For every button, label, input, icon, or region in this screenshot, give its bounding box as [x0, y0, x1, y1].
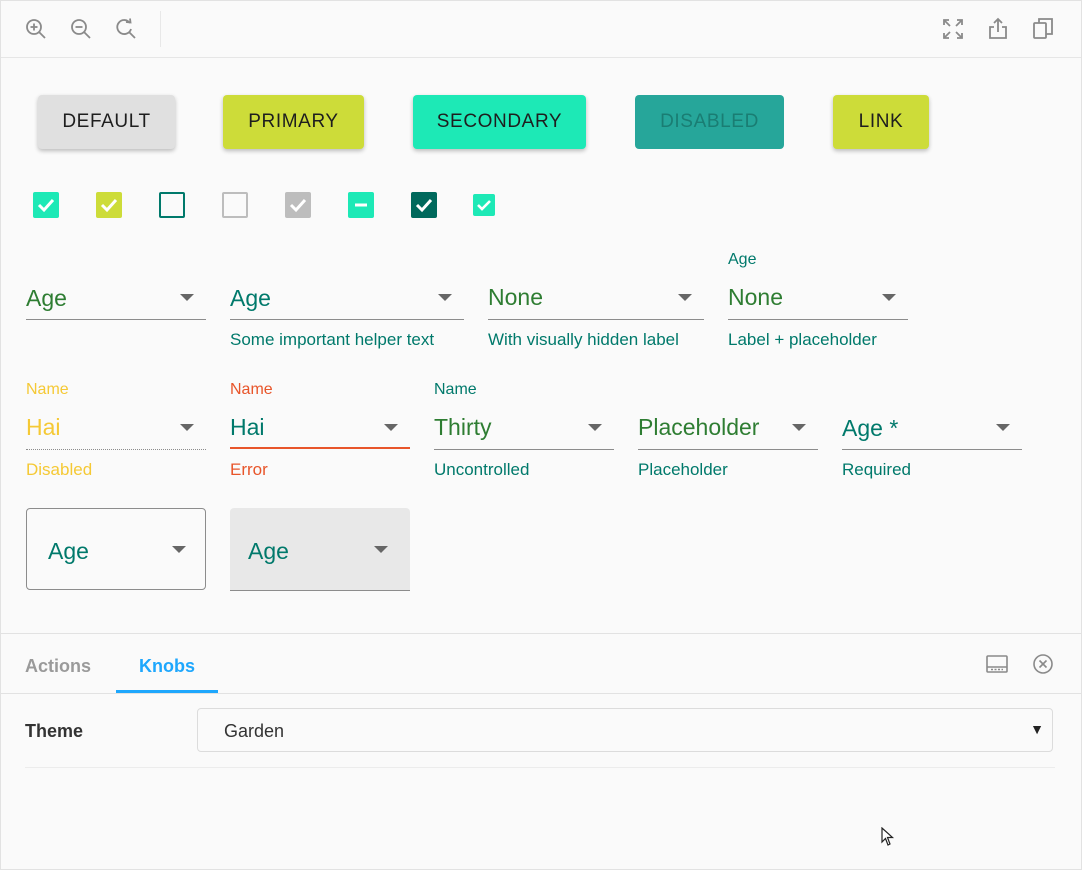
- dropdown-arrow-icon: [438, 294, 452, 301]
- checkbox-teal-unchecked[interactable]: [159, 192, 185, 218]
- checkbox-secondary-checked[interactable]: [33, 192, 59, 218]
- secondary-button[interactable]: Secondary: [413, 95, 586, 149]
- theme-select-value: Garden: [224, 721, 285, 741]
- dropdown-arrow-icon: [996, 424, 1010, 431]
- tabs-divider: [1, 693, 1081, 694]
- toolbar-divider: [160, 11, 161, 47]
- select-underline: [488, 319, 704, 320]
- select-underline: [230, 319, 464, 320]
- zoom-in-icon[interactable]: [24, 17, 48, 41]
- tab-knobs[interactable]: Knobs: [139, 656, 195, 677]
- select-age-basic[interactable]: Age: [26, 251, 206, 351]
- select-underline: [434, 449, 614, 450]
- helper-text: Disabled: [26, 460, 93, 479]
- select-underline: [638, 449, 818, 450]
- mouse-pointer-icon: [881, 826, 895, 847]
- select-label: Name: [434, 381, 477, 398]
- helper-text: Label + placeholder: [728, 330, 877, 349]
- checkbox-small-checked[interactable]: [473, 194, 495, 216]
- select-value: Placeholder: [638, 414, 760, 440]
- checkbox-disabled-checked: [285, 192, 311, 218]
- helper-text: Placeholder: [638, 460, 728, 479]
- check-icon: [289, 198, 307, 213]
- panel-layout-icon[interactable]: [986, 653, 1008, 675]
- storybook-frame: Default Primary Secondary Disabled Link …: [0, 0, 1082, 870]
- link-button[interactable]: Link: [833, 95, 929, 149]
- select-hidden-label[interactable]: None With visually hidden label: [488, 251, 704, 351]
- select-filled[interactable]: Age: [230, 508, 410, 591]
- select-underline: [230, 447, 410, 449]
- knob-row-divider: [25, 767, 1055, 768]
- default-button[interactable]: Default: [38, 95, 175, 149]
- helper-text: Some important helper text: [230, 330, 435, 349]
- preview-toolbar: [1, 1, 1081, 58]
- select-placeholder[interactable]: Placeholder Placeholder: [638, 381, 818, 481]
- select-value: Thirty: [434, 414, 492, 440]
- dropdown-arrow-icon: [678, 294, 692, 301]
- check-icon: [100, 198, 118, 213]
- helper-text: With visually hidden label: [488, 330, 679, 349]
- select-error[interactable]: Name Hai Error: [230, 381, 410, 481]
- select-underline: [26, 319, 206, 320]
- minus-icon: [355, 203, 367, 207]
- check-icon: [37, 198, 55, 213]
- select-label-placeholder[interactable]: Age None Label + placeholder: [728, 251, 908, 351]
- check-icon: [477, 200, 491, 211]
- disabled-button: Disabled: [635, 95, 784, 149]
- select-label: Name: [26, 381, 69, 398]
- select-age-helper[interactable]: Age Some important helper text: [230, 251, 464, 351]
- close-panel-icon[interactable]: [1032, 653, 1054, 675]
- select-value: Hai: [26, 414, 61, 440]
- helper-text: Required: [842, 460, 911, 479]
- select-uncontrolled[interactable]: Name Thirty Uncontrolled: [434, 381, 614, 481]
- helper-text: Error: [230, 460, 268, 479]
- fullscreen-icon[interactable]: [941, 17, 965, 41]
- dropdown-arrow-icon: [588, 424, 602, 431]
- dropdown-arrow-icon: [180, 294, 194, 301]
- select-value: Age: [248, 538, 289, 564]
- theme-select[interactable]: Garden ▼: [197, 708, 1053, 752]
- dropdown-arrow-icon: [172, 546, 186, 553]
- theme-knob-label: Theme: [25, 721, 84, 741]
- select-value: Age *: [842, 415, 899, 441]
- select-underline: [230, 590, 410, 591]
- check-icon: [415, 198, 433, 213]
- dropdown-arrow-icon: [180, 424, 194, 431]
- chevron-down-icon: ▼: [1030, 721, 1044, 737]
- dropdown-arrow-icon: [882, 294, 896, 301]
- select-value: None: [488, 284, 543, 310]
- select-underline: [728, 319, 908, 320]
- select-value: Age: [26, 285, 67, 311]
- tab-actions[interactable]: Actions: [25, 656, 91, 677]
- dropdown-arrow-icon: [792, 424, 806, 431]
- checkbox-teal-checked[interactable]: [411, 192, 437, 218]
- select-disabled: Name Hai Disabled: [26, 381, 206, 481]
- select-required[interactable]: Age * Required: [842, 381, 1022, 481]
- zoom-out-icon[interactable]: [69, 17, 93, 41]
- checkbox-indeterminate[interactable]: [348, 192, 374, 218]
- checkbox-primary-checked[interactable]: [96, 192, 122, 218]
- select-outlined[interactable]: Age: [26, 508, 206, 590]
- addons-panel-border: [1, 633, 1081, 634]
- select-label: Name: [230, 381, 273, 398]
- primary-button[interactable]: Primary: [223, 95, 364, 149]
- share-icon[interactable]: [986, 17, 1010, 41]
- select-value: None: [728, 284, 783, 310]
- select-value: Age: [48, 538, 89, 564]
- dropdown-arrow-icon: [384, 424, 398, 431]
- select-label: Age: [728, 251, 757, 268]
- select-value: Hai: [230, 414, 265, 440]
- zoom-reset-icon[interactable]: [114, 17, 138, 41]
- select-underline: [26, 449, 206, 450]
- select-value: Age: [230, 285, 271, 311]
- select-underline: [842, 449, 1022, 450]
- checkbox-disabled-unchecked: [222, 192, 248, 218]
- dropdown-arrow-icon: [374, 546, 388, 553]
- helper-text: Uncontrolled: [434, 460, 530, 479]
- copy-icon[interactable]: [1031, 17, 1055, 41]
